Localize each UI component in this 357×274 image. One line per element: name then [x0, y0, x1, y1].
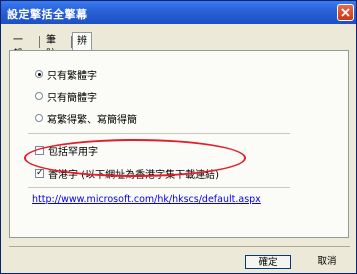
radio-simplified-only[interactable]: 只有簡體字 — [35, 89, 97, 104]
radio-button[interactable] — [35, 92, 43, 100]
tab-handwriting[interactable]: 筆跡 — [42, 34, 60, 60]
footer-divider — [9, 246, 350, 247]
radio-button[interactable] — [35, 114, 43, 122]
group-divider — [28, 187, 290, 188]
radio-label: 寫繁得繁、寫簡得簡 — [47, 114, 137, 126]
hkscs-download-link[interactable]: http://www.microsoft.com/hk/hkscs/defaul… — [32, 194, 261, 205]
checkbox-checked[interactable]: ✓ — [35, 168, 44, 178]
tab-general[interactable]: 一般 — [9, 34, 27, 60]
settings-dialog: 設定擎括全擎幕 一般 筆跡 辨識核心 只有繁體字 只有簡體字 寫繁得繁、寫簡得簡 — [0, 0, 357, 274]
tab-separator — [39, 36, 40, 48]
ok-button[interactable]: 確定 — [245, 255, 291, 269]
title-bar: 設定擎括全擎幕 — [1, 1, 356, 24]
window-title: 設定擎括全擎幕 — [7, 8, 88, 21]
radio-label: 只有簡體字 — [47, 92, 97, 104]
group-divider — [28, 133, 290, 134]
tab-panel: 只有繁體字 只有簡體字 寫繁得繁、寫簡得簡 包括罕用字 ✓ 香港字 (以下網址為… — [9, 50, 349, 238]
highlight-ellipse — [24, 139, 246, 177]
tab-recognition-core[interactable]: 辨識核心 — [72, 32, 92, 98]
radio-write-as-written[interactable]: 寫繁得繁、寫簡得簡 — [35, 111, 137, 126]
radio-label: 只有繁體字 — [47, 70, 97, 82]
close-button[interactable] — [337, 4, 354, 21]
cancel-button[interactable]: 取消 — [304, 255, 350, 269]
radio-button-selected[interactable] — [35, 70, 43, 78]
radio-traditional-only[interactable]: 只有繁體字 — [35, 67, 97, 82]
close-icon — [341, 8, 350, 17]
